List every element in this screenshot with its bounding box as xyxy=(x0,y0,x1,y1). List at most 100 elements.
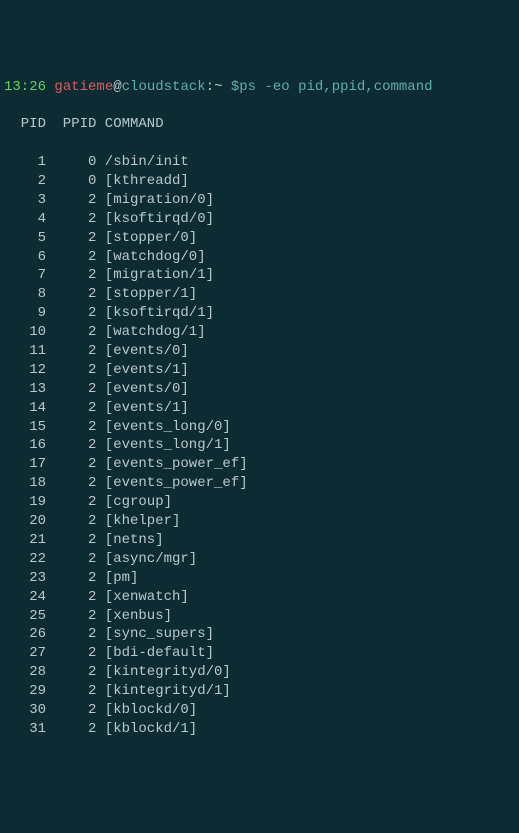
process-row: 192[cgroup] xyxy=(4,493,515,512)
process-row: 252[xenbus] xyxy=(4,607,515,626)
process-command: [events/0] xyxy=(96,342,188,361)
process-row: 82[stopper/1] xyxy=(4,285,515,304)
process-row: 20[kthreadd] xyxy=(4,172,515,191)
process-row: 142[events/1] xyxy=(4,399,515,418)
process-row: 10/sbin/init xyxy=(4,153,515,172)
process-command: [watchdog/0] xyxy=(96,248,205,267)
process-pid: 2 xyxy=(4,172,46,191)
process-ppid: 2 xyxy=(46,304,96,323)
process-pid: 5 xyxy=(4,229,46,248)
process-pid: 14 xyxy=(4,399,46,418)
process-pid: 15 xyxy=(4,418,46,437)
process-pid: 26 xyxy=(4,625,46,644)
prompt-at: @ xyxy=(113,78,121,97)
process-ppid: 2 xyxy=(46,512,96,531)
prompt-path-sep: : xyxy=(206,78,214,97)
process-pid: 30 xyxy=(4,701,46,720)
process-row: 152[events_long/0] xyxy=(4,418,515,437)
process-row: 272[bdi-default] xyxy=(4,644,515,663)
process-row: 72[migration/1] xyxy=(4,266,515,285)
process-row: 222[async/mgr] xyxy=(4,550,515,569)
process-command: [xenwatch] xyxy=(96,588,188,607)
process-row: 302[kblockd/0] xyxy=(4,701,515,720)
process-command: [ksoftirqd/0] xyxy=(96,210,214,229)
process-ppid: 2 xyxy=(46,248,96,267)
process-command: [netns] xyxy=(96,531,163,550)
process-command: /sbin/init xyxy=(96,153,188,172)
process-pid: 9 xyxy=(4,304,46,323)
process-pid: 21 xyxy=(4,531,46,550)
prompt-user: gatieme xyxy=(54,78,113,97)
process-ppid: 2 xyxy=(46,644,96,663)
process-ppid: 2 xyxy=(46,418,96,437)
process-ppid: 2 xyxy=(46,266,96,285)
process-row: 172[events_power_ef] xyxy=(4,455,515,474)
ps-header: PIDPPIDCOMMAND xyxy=(4,115,515,134)
process-command: [kintegrityd/1] xyxy=(96,682,230,701)
process-pid: 17 xyxy=(4,455,46,474)
process-pid: 12 xyxy=(4,361,46,380)
process-row: 132[events/0] xyxy=(4,380,515,399)
process-row: 42[ksoftirqd/0] xyxy=(4,210,515,229)
process-ppid: 2 xyxy=(46,191,96,210)
process-ppid: 2 xyxy=(46,682,96,701)
process-row: 162[events_long/1] xyxy=(4,436,515,455)
process-ppid: 2 xyxy=(46,474,96,493)
prompt-time: 13:26 xyxy=(4,78,46,97)
process-row: 312[kblockd/1] xyxy=(4,720,515,739)
process-row: 242[xenwatch] xyxy=(4,588,515,607)
process-ppid: 0 xyxy=(46,172,96,191)
process-command: [khelper] xyxy=(96,512,180,531)
header-pid: PID xyxy=(4,115,46,134)
process-row: 212[netns] xyxy=(4,531,515,550)
process-command: [cgroup] xyxy=(96,493,172,512)
process-pid: 11 xyxy=(4,342,46,361)
shell-prompt[interactable]: 13:26 gatieme@cloudstack:~ $ps -eo pid,p… xyxy=(4,78,515,97)
process-row: 232[pm] xyxy=(4,569,515,588)
process-row: 182[events_power_ef] xyxy=(4,474,515,493)
process-command: [events_power_ef] xyxy=(96,455,247,474)
process-pid: 27 xyxy=(4,644,46,663)
process-ppid: 2 xyxy=(46,663,96,682)
process-ppid: 2 xyxy=(46,210,96,229)
process-ppid: 2 xyxy=(46,436,96,455)
process-pid: 22 xyxy=(4,550,46,569)
process-command: [stopper/0] xyxy=(96,229,197,248)
process-pid: 18 xyxy=(4,474,46,493)
process-ppid: 2 xyxy=(46,285,96,304)
process-pid: 1 xyxy=(4,153,46,172)
header-ppid: PPID xyxy=(46,115,96,134)
process-command: [pm] xyxy=(96,569,138,588)
process-pid: 28 xyxy=(4,663,46,682)
process-command: [bdi-default] xyxy=(96,644,214,663)
process-pid: 13 xyxy=(4,380,46,399)
process-pid: 7 xyxy=(4,266,46,285)
process-row: 292[kintegrityd/1] xyxy=(4,682,515,701)
process-command: [migration/1] xyxy=(96,266,214,285)
process-ppid: 2 xyxy=(46,323,96,342)
process-ppid: 2 xyxy=(46,399,96,418)
process-row: 262[sync_supers] xyxy=(4,625,515,644)
process-ppid: 2 xyxy=(46,493,96,512)
process-pid: 23 xyxy=(4,569,46,588)
process-ppid: 2 xyxy=(46,607,96,626)
process-command: [events/1] xyxy=(96,399,188,418)
process-pid: 31 xyxy=(4,720,46,739)
process-ppid: 2 xyxy=(46,625,96,644)
process-command: [events/1] xyxy=(96,361,188,380)
process-ppid: 2 xyxy=(46,342,96,361)
process-pid: 8 xyxy=(4,285,46,304)
process-command: [xenbus] xyxy=(96,607,172,626)
process-row: 102[watchdog/1] xyxy=(4,323,515,342)
process-pid: 16 xyxy=(4,436,46,455)
process-ppid: 2 xyxy=(46,455,96,474)
process-ppid: 2 xyxy=(46,361,96,380)
header-command: COMMAND xyxy=(96,115,163,134)
process-ppid: 2 xyxy=(46,701,96,720)
process-command: [events_long/0] xyxy=(96,418,230,437)
process-ppid: 0 xyxy=(46,153,96,172)
process-ppid: 2 xyxy=(46,229,96,248)
prompt-host: cloudstack xyxy=(122,78,206,97)
process-command: [watchdog/1] xyxy=(96,323,205,342)
prompt-path: ~ xyxy=(214,78,222,97)
